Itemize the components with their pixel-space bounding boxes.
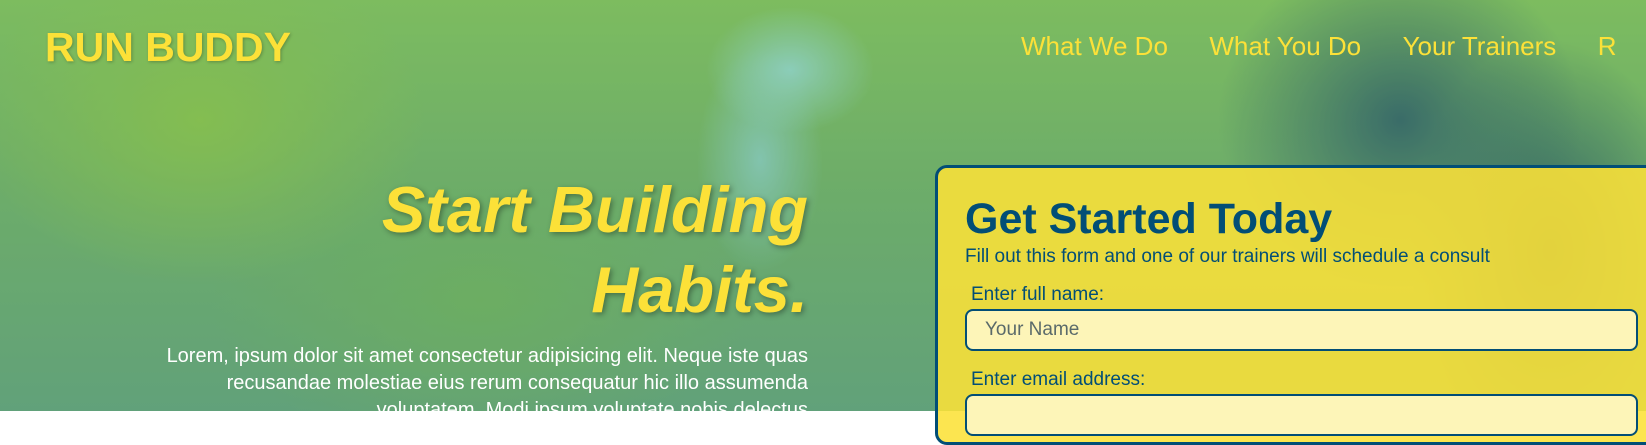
- email-label: Enter email address:: [971, 369, 1146, 390]
- hero-intro: Start Building Habits. Lorem, ipsum dolo…: [160, 170, 808, 424]
- hero-title-line1: Start Building: [381, 173, 808, 246]
- hero-body-text: Lorem, ipsum dolor sit amet consectetur …: [166, 345, 808, 421]
- nav-link-what-you-do[interactable]: What You Do: [1209, 31, 1361, 62]
- email-input[interactable]: [965, 394, 1638, 436]
- name-input[interactable]: [965, 309, 1638, 351]
- hero-title: Start Building Habits.: [160, 170, 808, 330]
- nav-link-what-we-do[interactable]: What We Do: [1021, 31, 1168, 62]
- name-label: Enter full name:: [971, 284, 1105, 305]
- main-nav: What We Do What You Do Your Trainers R: [1021, 31, 1646, 62]
- form-title: Get Started Today: [965, 195, 1333, 243]
- nav-link-truncated[interactable]: R: [1598, 31, 1617, 62]
- nav-link-your-trainers[interactable]: Your Trainers: [1403, 31, 1557, 62]
- signup-form: Get Started Today Fill out this form and…: [935, 165, 1646, 445]
- hero-title-line2: Habits.: [591, 253, 808, 326]
- brand-logo[interactable]: RUN BUDDY: [45, 24, 291, 71]
- form-subtitle: Fill out this form and one of our traine…: [965, 246, 1490, 267]
